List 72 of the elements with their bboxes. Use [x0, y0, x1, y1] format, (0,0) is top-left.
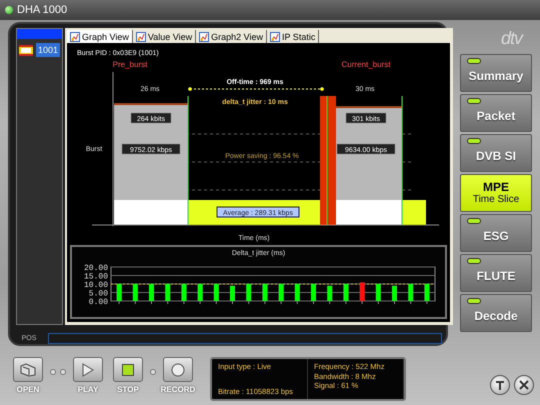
position-bar[interactable] — [48, 333, 442, 344]
close-button[interactable] — [514, 375, 534, 395]
indicator-led-icon — [467, 98, 481, 104]
chart-icon — [136, 32, 146, 42]
bar — [262, 284, 267, 301]
indicator-led-icon — [467, 218, 481, 224]
chart-icon — [199, 32, 210, 42]
indicator-dot-icon — [50, 369, 56, 375]
play-icon — [82, 362, 94, 376]
nav-button[interactable]: ESG — [460, 214, 532, 252]
nav-button[interactable]: DVB SI — [460, 134, 532, 172]
pin-button[interactable] — [490, 375, 510, 395]
bar — [148, 284, 154, 301]
close-icon — [519, 380, 529, 390]
tab[interactable]: Graph2 View — [196, 30, 267, 43]
nav-button[interactable]: MPE Time Slice — [460, 174, 532, 212]
nav-button[interactable]: FLUTE — [460, 254, 532, 292]
stop-icon — [122, 364, 134, 376]
indicator-dot-icon — [60, 369, 66, 375]
transport-button[interactable] — [13, 357, 43, 382]
indicator-led-icon — [467, 298, 481, 304]
indicator-led-icon — [467, 258, 481, 264]
bar — [294, 284, 300, 301]
bar — [375, 284, 380, 301]
transport-button[interactable] — [113, 357, 143, 382]
transport-button[interactable] — [73, 357, 103, 382]
burst-label: Current_burst — [342, 60, 390, 69]
bar — [278, 284, 284, 301]
y-tick-label: 15.00 — [84, 272, 108, 282]
pin-icon — [495, 380, 505, 390]
list-header — [17, 29, 62, 39]
tab[interactable]: Graph View — [67, 30, 133, 43]
bar — [116, 284, 122, 301]
bar — [164, 284, 170, 301]
bar — [342, 284, 348, 301]
record-icon — [171, 362, 185, 376]
bar — [408, 284, 413, 301]
nav-button[interactable]: Decode — [460, 294, 532, 332]
bar — [132, 284, 138, 301]
y-tick-label: 0.00 — [88, 298, 108, 307]
button-label: RECORD — [160, 385, 196, 394]
y-tick-label: 10.00 — [84, 281, 108, 290]
nav-button[interactable]: Summary — [460, 54, 532, 92]
indicator-led-icon — [467, 58, 481, 64]
y-tick-label: 5.00 — [88, 290, 108, 298]
button-label: STOP — [117, 385, 139, 394]
burst-label: Pre_burst — [112, 60, 148, 69]
button-label: PLAY — [78, 385, 98, 394]
stream-item[interactable]: 1001 — [36, 43, 60, 57]
chart-icon — [270, 32, 280, 42]
indicator-led-icon — [467, 138, 481, 144]
burst-edge-line — [336, 106, 402, 108]
bar — [310, 284, 316, 301]
bar — [326, 286, 332, 301]
chart-icon — [70, 32, 80, 42]
nav-button[interactable]: Packet — [460, 94, 532, 132]
bar — [213, 284, 218, 301]
bar — [359, 282, 364, 301]
status-led-icon — [5, 6, 13, 14]
bar — [197, 284, 202, 301]
button-label: OPEN — [16, 385, 40, 394]
window-title: DHA 1000 — [17, 4, 68, 16]
indicator-dot-icon — [150, 369, 156, 375]
bar — [230, 286, 235, 301]
chip-icon — [19, 44, 33, 56]
bar — [424, 284, 429, 301]
logo: dtv — [500, 28, 522, 48]
bar — [246, 284, 251, 301]
transport-button[interactable] — [163, 357, 193, 382]
bar — [392, 286, 397, 301]
bar — [180, 284, 186, 301]
y-tick-label: 20.00 — [84, 264, 108, 273]
